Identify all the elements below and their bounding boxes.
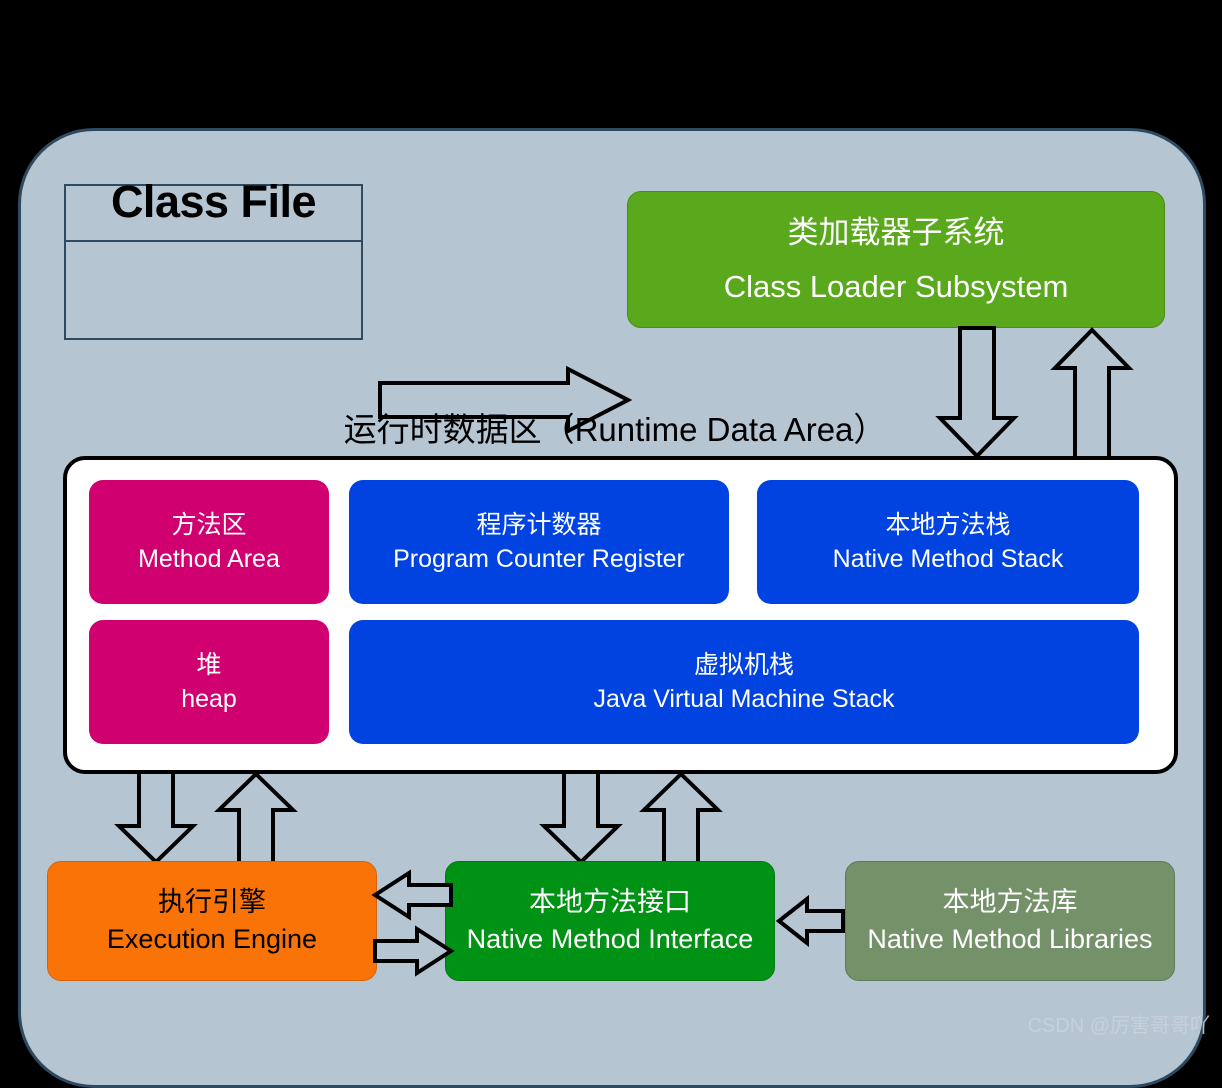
arrow-runtime-to-execution-engine-down (114, 770, 198, 865)
program-counter-register-box: 程序计数器 Program Counter Register (349, 480, 729, 604)
method-area-box: 方法区 Method Area (89, 480, 329, 604)
native-method-libraries-label-cn: 本地方法库 (942, 887, 1078, 918)
java-virtual-machine-stack-box: 虚拟机栈 Java Virtual Machine Stack (349, 620, 1139, 744)
class-file-box: Class File (64, 176, 363, 340)
jvm-architecture-container: Class File 类加载器子系统 Class Loader Subsyste… (18, 128, 1206, 1088)
program-counter-register-label-cn: 程序计数器 (476, 511, 602, 539)
runtime-data-area-container: 方法区 Method Area 堆 heap 程序计数器 Program Cou… (63, 456, 1178, 774)
native-method-libraries-label-en: Native Method Libraries (867, 924, 1153, 954)
execution-engine-label-en: Execution Engine (106, 924, 318, 954)
execution-engine-label-cn: 执行引擎 (158, 887, 266, 918)
native-method-interface-label-cn: 本地方法接口 (529, 887, 691, 918)
class-file-title: Class File (110, 176, 317, 227)
heap-label-en: heap (181, 685, 237, 713)
class-loader-subsystem-box: 类加载器子系统 Class Loader Subsystem (627, 191, 1165, 328)
execution-engine-box: 执行引擎 Execution Engine (47, 861, 377, 981)
csdn-watermark: CSDN @厉害哥哥吖 (1027, 1015, 1210, 1037)
method-area-label-cn: 方法区 (171, 511, 247, 539)
method-area-label-en: Method Area (138, 545, 280, 573)
arrow-execution-engine-to-native-interface-right (373, 925, 455, 977)
native-method-interface-box: 本地方法接口 Native Method Interface (445, 861, 775, 981)
java-virtual-machine-stack-label-en: Java Virtual Machine Stack (593, 685, 895, 713)
heap-box: 堆 heap (89, 620, 329, 744)
arrow-execution-engine-to-runtime-up (214, 771, 298, 866)
java-virtual-machine-stack-label-cn: 虚拟机栈 (693, 651, 794, 679)
arrow-native-interface-to-runtime-up (639, 771, 723, 866)
program-counter-register-label-en: Program Counter Register (393, 545, 685, 573)
arrow-native-interface-to-execution-engine-left (371, 869, 453, 921)
arrow-native-libraries-to-native-interface-left (775, 894, 845, 948)
native-method-interface-label-en: Native Method Interface (466, 924, 754, 954)
class-file-divider (66, 240, 361, 242)
heap-label-cn: 堆 (196, 651, 222, 679)
native-method-stack-box: 本地方法栈 Native Method Stack (757, 480, 1139, 604)
runtime-data-area-label: 运行时数据区（Runtime Data Area） (343, 411, 887, 448)
native-method-stack-label-en: Native Method Stack (832, 545, 1064, 573)
native-method-stack-label-cn: 本地方法栈 (885, 511, 1011, 539)
native-method-libraries-box: 本地方法库 Native Method Libraries (845, 861, 1175, 981)
class-loader-subsystem-label-en: Class Loader Subsystem (723, 268, 1069, 304)
class-loader-subsystem-label-cn: 类加载器子系统 (787, 214, 1005, 250)
arrow-runtime-to-native-interface-down (539, 770, 623, 865)
